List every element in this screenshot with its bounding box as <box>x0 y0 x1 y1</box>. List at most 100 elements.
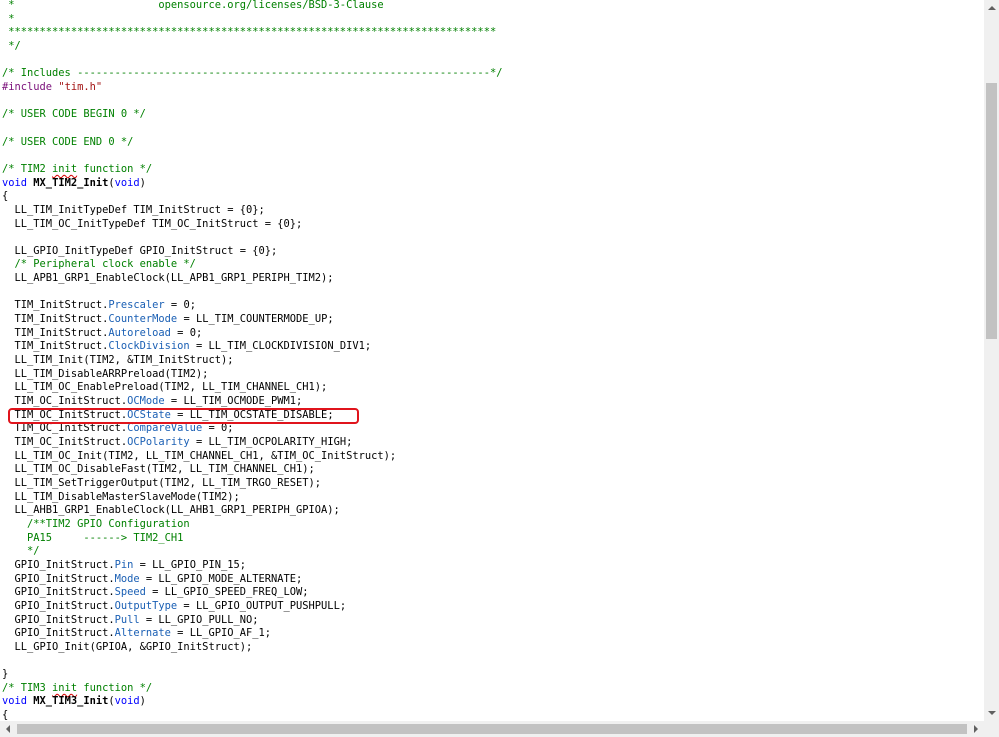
code-line[interactable]: /* TIM2 init function */ <box>2 163 502 177</box>
code-line[interactable]: * <box>2 13 502 27</box>
code-token: TIM_InitStruct. <box>2 326 109 339</box>
code-line[interactable]: /* USER CODE BEGIN 0 */ <box>2 108 502 122</box>
code-line[interactable]: #include "tim.h" <box>2 81 502 95</box>
code-line[interactable]: LL_APB1_GRP1_EnableClock(LL_APB1_GRP1_PE… <box>2 272 502 286</box>
code-line[interactable]: LL_TIM_OC_EnablePreload(TIM2, LL_TIM_CHA… <box>2 381 502 395</box>
code-text-area[interactable]: * opensource.org/licenses/BSD-3-Clause *… <box>2 0 502 721</box>
code-line[interactable]: PA15 ------> TIM2_CH1 <box>2 532 502 546</box>
code-token: = 0; <box>164 299 196 312</box>
code-token: OCMode <box>127 395 165 408</box>
code-token: LL_TIM_DisableARRPreload(TIM2); <box>2 367 209 380</box>
scroll-down-button[interactable] <box>984 705 999 721</box>
vertical-scrollbar[interactable] <box>984 0 999 721</box>
code-line[interactable]: /**TIM2 GPIO Configuration <box>2 518 502 532</box>
code-token: TIM_InitStruct. <box>2 313 109 326</box>
code-token: Autoreload <box>108 326 171 339</box>
code-line[interactable]: { <box>2 190 502 204</box>
scroll-right-button[interactable] <box>968 721 984 737</box>
code-line[interactable]: LL_TIM_OC_DisableFast(TIM2, LL_TIM_CHANN… <box>2 463 502 477</box>
code-line[interactable]: /* USER CODE END 0 */ <box>2 136 502 150</box>
code-token: * opensource.org/licenses/BSD-3-Clause <box>2 0 384 11</box>
code-token: void <box>2 176 28 189</box>
code-line[interactable]: GPIO_InitStruct.Speed = LL_GPIO_SPEED_FR… <box>2 586 502 600</box>
code-token: = 0; <box>202 422 234 435</box>
code-line[interactable]: /* Includes ----------------------------… <box>2 67 502 81</box>
code-line[interactable]: * opensource.org/licenses/BSD-3-Clause <box>2 0 502 13</box>
scroll-up-button[interactable] <box>984 0 999 16</box>
horizontal-scroll-thumb[interactable] <box>17 724 967 734</box>
code-token: OCState <box>127 408 171 421</box>
code-token: LL_TIM_OC_DisableFast(TIM2, LL_TIM_CHANN… <box>2 463 315 476</box>
scroll-left-button[interactable] <box>0 721 16 737</box>
code-line[interactable]: /* Peripheral clock enable */ <box>2 258 502 272</box>
code-token: PA15 ------> TIM2_CH1 <box>2 531 184 544</box>
code-line[interactable]: GPIO_InitStruct.Pull = LL_GPIO_PULL_NO; <box>2 614 502 628</box>
code-line[interactable]: GPIO_InitStruct.Pin = LL_GPIO_PIN_15; <box>2 559 502 573</box>
code-token: void <box>114 695 140 708</box>
code-token: { <box>2 709 9 721</box>
code-line[interactable]: ****************************************… <box>2 26 502 40</box>
code-line[interactable] <box>2 122 502 136</box>
code-line[interactable]: TIM_InitStruct.Autoreload = 0; <box>2 327 502 341</box>
code-token: /* USER CODE END 0 */ <box>2 135 134 148</box>
code-token: GPIO_InitStruct. <box>2 613 115 626</box>
code-token: LL_TIM_OC_Init(TIM2, LL_TIM_CHANNEL_CH1,… <box>2 449 397 462</box>
code-token: /* Includes ----------------------------… <box>2 67 503 80</box>
code-token: LL_GPIO_Init(GPIOA, &GPIO_InitStruct); <box>2 640 253 653</box>
code-line[interactable] <box>2 54 502 68</box>
horizontal-scrollbar[interactable] <box>0 721 984 737</box>
code-token: /* TIM3 <box>2 681 53 694</box>
code-line[interactable]: } <box>2 668 502 682</box>
code-line[interactable] <box>2 655 502 669</box>
code-line[interactable]: void MX_TIM3_Init(void) <box>2 695 502 709</box>
code-line[interactable]: GPIO_InitStruct.OutputType = LL_GPIO_OUT… <box>2 600 502 614</box>
code-line[interactable]: LL_GPIO_InitTypeDef GPIO_InitStruct = {0… <box>2 245 502 259</box>
code-line[interactable]: LL_TIM_DisableMasterSlaveMode(TIM2); <box>2 491 502 505</box>
code-line[interactable] <box>2 231 502 245</box>
code-token: TIM_OC_InitStruct. <box>2 436 128 448</box>
code-token: TIM_OC_InitStruct. <box>2 422 128 435</box>
code-line[interactable]: LL_GPIO_Init(GPIOA, &GPIO_InitStruct); <box>2 641 502 655</box>
code-token: TIM_InitStruct. <box>2 299 109 312</box>
code-line[interactable] <box>2 286 502 300</box>
code-line[interactable] <box>2 95 502 109</box>
code-line[interactable]: TIM_InitStruct.ClockDivision = LL_TIM_CL… <box>2 340 502 354</box>
code-line[interactable]: LL_TIM_DisableARRPreload(TIM2); <box>2 368 502 382</box>
code-editor[interactable]: * opensource.org/licenses/BSD-3-Clause *… <box>0 0 984 721</box>
highlighted-code-line[interactable]: TIM_OC_InitStruct.OCState = LL_TIM_OCSTA… <box>2 409 502 423</box>
code-line[interactable] <box>2 149 502 163</box>
code-line[interactable]: LL_TIM_InitTypeDef TIM_InitStruct = {0}; <box>2 204 502 218</box>
code-token: Alternate <box>114 627 171 640</box>
code-line[interactable]: */ <box>2 545 502 559</box>
code-line[interactable]: TIM_OC_InitStruct.CompareValue = 0; <box>2 422 502 436</box>
code-token: = LL_TIM_COUNTERMODE_UP; <box>177 313 334 326</box>
code-line[interactable]: LL_TIM_OC_Init(TIM2, LL_TIM_CHANNEL_CH1,… <box>2 450 502 464</box>
code-token: = LL_TIM_OCSTATE_DISABLE; <box>170 408 334 421</box>
code-line[interactable]: TIM_OC_InitStruct.OCMode = LL_TIM_OCMODE… <box>2 395 502 409</box>
code-line[interactable]: LL_TIM_OC_InitTypeDef TIM_OC_InitStruct … <box>2 218 502 232</box>
code-token: void <box>114 176 140 189</box>
code-line[interactable]: { <box>2 709 502 721</box>
code-token: LL_AHB1_GRP1_EnableClock(LL_AHB1_GRP1_PE… <box>2 504 340 517</box>
triangle-right-icon <box>974 725 978 733</box>
code-token: #include <box>2 80 59 93</box>
code-line[interactable]: TIM_OC_InitStruct.OCPolarity = LL_TIM_OC… <box>2 436 502 450</box>
code-line[interactable]: */ <box>2 40 502 54</box>
code-line[interactable]: /* TIM3 init function */ <box>2 682 502 696</box>
code-line[interactable]: LL_TIM_Init(TIM2, &TIM_InitStruct); <box>2 354 502 368</box>
code-token: GPIO_InitStruct. <box>2 586 115 599</box>
code-line[interactable]: LL_AHB1_GRP1_EnableClock(LL_AHB1_GRP1_PE… <box>2 504 502 518</box>
code-token: Pull <box>114 613 140 626</box>
code-line[interactable]: GPIO_InitStruct.Alternate = LL_GPIO_AF_1… <box>2 627 502 641</box>
code-token: MX_TIM3_Init <box>33 695 109 708</box>
code-token: "tim.h" <box>58 80 103 93</box>
code-line[interactable]: LL_TIM_SetTriggerOutput(TIM2, LL_TIM_TRG… <box>2 477 502 491</box>
vertical-scroll-thumb[interactable] <box>986 83 997 339</box>
code-line[interactable]: TIM_InitStruct.CounterMode = LL_TIM_COUN… <box>2 313 502 327</box>
code-token: function */ <box>77 681 153 694</box>
code-line[interactable]: GPIO_InitStruct.Mode = LL_GPIO_MODE_ALTE… <box>2 573 502 587</box>
code-token: ****************************************… <box>2 26 497 39</box>
code-line[interactable]: TIM_InitStruct.Prescaler = 0; <box>2 299 502 313</box>
code-token: * <box>2 12 15 25</box>
code-line[interactable]: void MX_TIM2_Init(void) <box>2 177 502 191</box>
